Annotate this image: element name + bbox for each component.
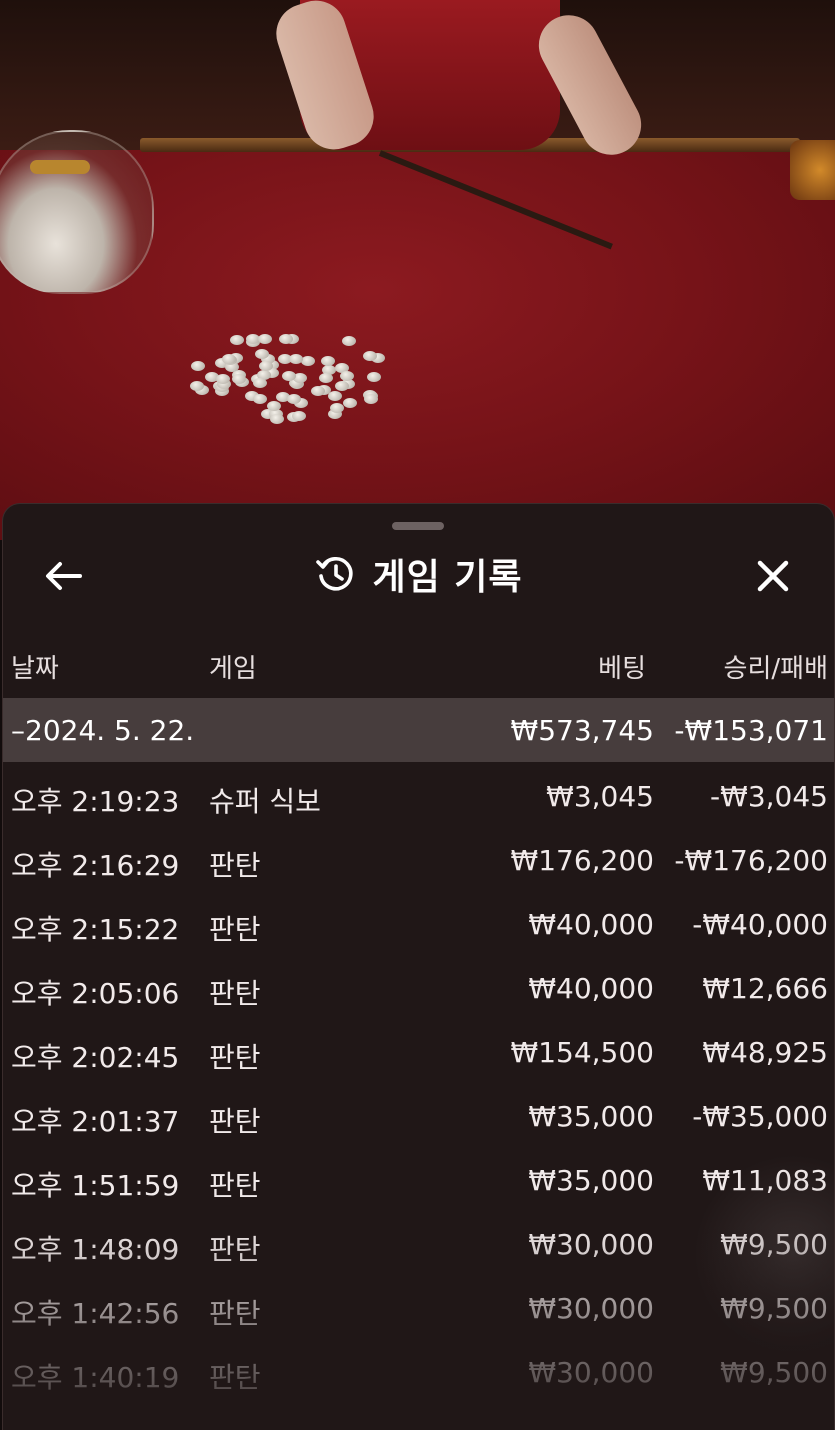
row-bet: ₩35,000 xyxy=(528,1100,654,1133)
bead xyxy=(257,333,272,344)
column-headers: 날짜 게임 베팅 승리/패배 xyxy=(3,644,834,684)
row-bet: ₩30,000 xyxy=(528,1292,654,1325)
row-time: 오후 2:19:23 xyxy=(11,785,180,818)
gold-cup xyxy=(790,140,835,200)
sheet-drag-handle[interactable] xyxy=(392,522,444,530)
row-bet: ₩35,000 xyxy=(528,1164,654,1197)
history-row[interactable]: 오후 2:02:45 판탄 ₩154,500 ₩48,925 xyxy=(3,1022,834,1086)
row-game: 판탄 xyxy=(209,1105,261,1138)
close-button[interactable] xyxy=(747,554,799,598)
page-title: 게임 기록 xyxy=(372,557,523,598)
history-list: 오후 2:19:23 슈퍼 식보 ₩3,045 -₩3,045 오후 2:16:… xyxy=(3,766,834,1430)
bead xyxy=(330,402,345,413)
bead xyxy=(269,413,284,424)
row-game: 판탄 xyxy=(209,1041,261,1074)
row-time: 오후 1:42:56 xyxy=(11,1297,180,1330)
bead xyxy=(252,378,267,389)
row-game: 판탄 xyxy=(209,1233,261,1266)
date-group-total-bet: ₩573,745 xyxy=(510,714,654,747)
back-button[interactable] xyxy=(39,554,87,598)
sheet-header: 게임 기록 xyxy=(3,544,834,604)
bead xyxy=(301,355,316,366)
bead xyxy=(278,333,293,344)
row-time: 오후 2:02:45 xyxy=(11,1041,180,1074)
bead xyxy=(253,394,268,405)
row-game: 판탄 xyxy=(209,977,261,1010)
bead xyxy=(267,400,282,411)
row-result: -₩35,000 xyxy=(692,1100,828,1133)
row-result: -₩176,200 xyxy=(674,844,828,877)
bead xyxy=(221,353,236,364)
bead-pile xyxy=(180,325,410,435)
row-game: 판탄 xyxy=(209,1361,261,1394)
row-game: 판탄 xyxy=(209,913,261,946)
dome-handle xyxy=(30,160,90,174)
row-time: 오후 1:40:19 xyxy=(11,1361,180,1394)
column-header-bet[interactable]: 베팅 xyxy=(598,648,646,685)
bead xyxy=(328,390,343,401)
bead-dome xyxy=(0,130,154,294)
bead xyxy=(259,360,274,371)
row-bet: ₩176,200 xyxy=(510,844,654,877)
row-bet: ₩154,500 xyxy=(510,1036,654,1069)
history-row[interactable]: 오후 2:16:29 판탄 ₩176,200 -₩176,200 xyxy=(3,830,834,894)
history-row[interactable]: 오후 1:42:56 판탄 ₩30,000 ₩9,500 xyxy=(3,1278,834,1342)
row-game: 판탄 xyxy=(209,1169,261,1202)
bead xyxy=(318,372,333,383)
bead xyxy=(364,393,379,404)
row-bet: ₩40,000 xyxy=(528,972,654,1005)
bead xyxy=(255,348,270,359)
date-group-total-result: -₩153,071 xyxy=(674,714,828,747)
row-result: ₩9,500 xyxy=(720,1228,828,1261)
history-clock-icon xyxy=(314,553,356,595)
row-bet: ₩30,000 xyxy=(528,1228,654,1261)
row-result: ₩12,666 xyxy=(702,972,828,1005)
history-row[interactable]: 오후 1:48:09 판탄 ₩30,000 ₩9,500 xyxy=(3,1214,834,1278)
row-time: 오후 1:51:59 xyxy=(11,1169,180,1202)
row-bet: ₩30,000 xyxy=(528,1356,654,1389)
column-header-game[interactable]: 게임 xyxy=(209,648,257,685)
row-result: ₩9,500 xyxy=(720,1356,828,1389)
date-group-row[interactable]: –2024. 5. 22. ₩573,745 -₩153,071 xyxy=(3,698,834,762)
game-history-sheet: 게임 기록 날짜 게임 베팅 승리/패배 –2024. 5. 22. ₩573,… xyxy=(2,503,835,1430)
bead xyxy=(366,372,381,383)
row-bet: ₩40,000 xyxy=(528,908,654,941)
bead xyxy=(320,355,335,366)
history-row[interactable]: 오후 1:40:19 판탄 ₩30,000 ₩9,500 xyxy=(3,1342,834,1406)
row-result: -₩3,045 xyxy=(710,780,828,813)
bead xyxy=(191,360,206,371)
row-result: ₩48,925 xyxy=(702,1036,828,1069)
bead xyxy=(341,335,356,346)
bead xyxy=(281,371,296,382)
row-time: 오후 2:05:06 xyxy=(11,977,180,1010)
bead xyxy=(342,398,357,409)
history-row[interactable]: 오후 2:01:37 판탄 ₩35,000 -₩35,000 xyxy=(3,1086,834,1150)
row-time: 오후 2:01:37 xyxy=(11,1105,180,1138)
row-result: ₩9,500 xyxy=(720,1292,828,1325)
row-time: 오후 2:16:29 xyxy=(11,849,180,882)
column-header-win-loss[interactable]: 승리/패배 xyxy=(724,648,828,685)
arrow-left-icon xyxy=(46,562,82,590)
row-result: -₩40,000 xyxy=(692,908,828,941)
bead xyxy=(230,334,245,345)
history-row[interactable]: 오후 2:15:22 판탄 ₩40,000 -₩40,000 xyxy=(3,894,834,958)
close-x-icon xyxy=(757,560,789,592)
history-row[interactable]: 오후 2:05:06 판탄 ₩40,000 ₩12,666 xyxy=(3,958,834,1022)
history-row[interactable]: 오후 1:51:59 판탄 ₩35,000 ₩11,083 xyxy=(3,1150,834,1214)
column-header-date[interactable]: 날짜 xyxy=(11,648,59,685)
bead xyxy=(291,410,306,421)
row-bet: ₩3,045 xyxy=(546,780,654,813)
row-game: 슈퍼 식보 xyxy=(209,785,321,818)
row-time: 오후 1:48:09 xyxy=(11,1233,180,1266)
live-video-feed xyxy=(0,0,835,540)
row-game: 판탄 xyxy=(209,1297,261,1330)
date-group-date: –2024. 5. 22. xyxy=(11,714,195,747)
row-game: 판탄 xyxy=(209,849,261,882)
history-row[interactable]: 오후 2:19:23 슈퍼 식보 ₩3,045 -₩3,045 xyxy=(3,766,834,830)
bead xyxy=(334,380,349,391)
row-result: ₩11,083 xyxy=(702,1164,828,1197)
row-time: 오후 2:15:22 xyxy=(11,913,180,946)
